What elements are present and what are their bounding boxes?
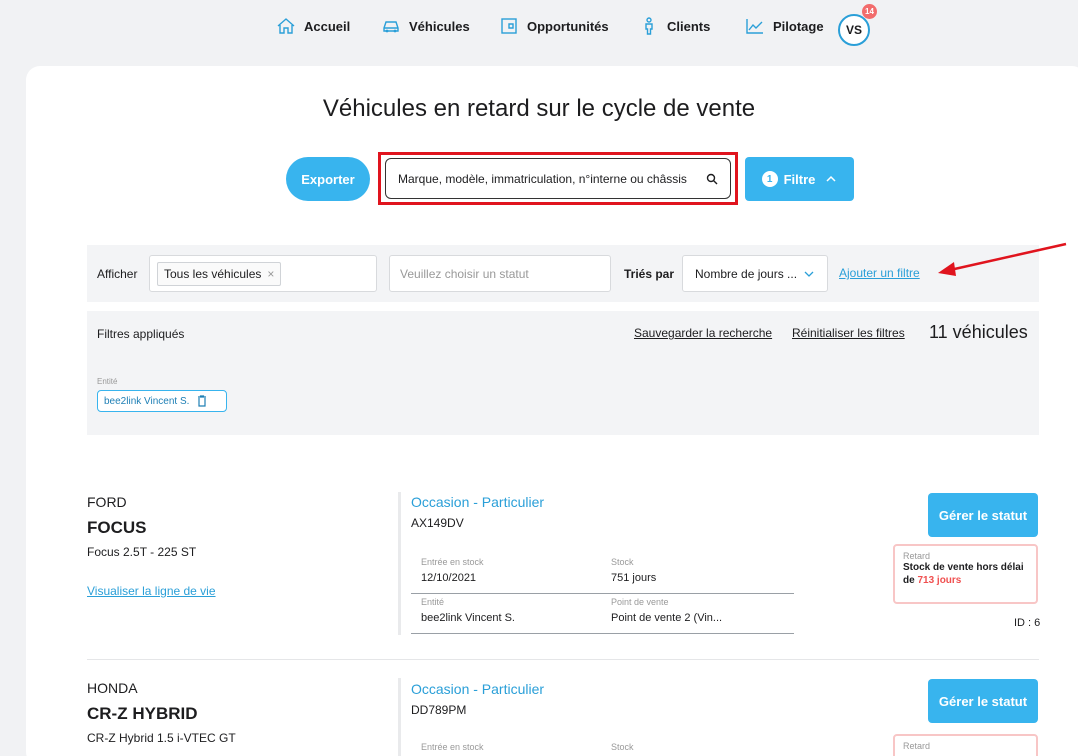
avatar-initials: VS bbox=[845, 23, 862, 37]
manage-status-button[interactable]: Gérer le statut bbox=[928, 493, 1038, 537]
nav-label: Véhicules bbox=[409, 18, 470, 34]
show-label: Afficher bbox=[97, 267, 138, 281]
person-icon bbox=[645, 17, 653, 35]
delay-text: Stock de vente hors délai bbox=[903, 562, 1024, 573]
filter-count-badge: 1 bbox=[761, 171, 778, 187]
trash-icon[interactable] bbox=[197, 395, 207, 407]
show-chip: Tous les véhicules × bbox=[157, 261, 282, 286]
applied-filters-title: Filtres appliqués bbox=[97, 327, 185, 341]
vehicle-version: CR-Z Hybrid 1.5 i-VTEC GT bbox=[87, 731, 236, 745]
filter-button[interactable]: 1 Filtre bbox=[745, 157, 854, 201]
nav-item-accueil[interactable]: Accueil bbox=[276, 16, 350, 36]
arrow-annotation bbox=[938, 242, 1067, 276]
chevron-up-icon bbox=[826, 175, 836, 182]
lifeline-link[interactable]: Visualiser la ligne de vie bbox=[87, 584, 216, 598]
stock-label: Stock bbox=[611, 557, 634, 567]
delay-box: Retard bbox=[893, 734, 1038, 756]
delay-box: Retard Stock de vente hors délai de 713 … bbox=[893, 544, 1038, 604]
export-button[interactable]: Exporter bbox=[286, 157, 370, 201]
nav-item-pilotage[interactable]: Pilotage bbox=[745, 16, 824, 36]
reset-filters-link[interactable]: Réinitialiser les filtres bbox=[792, 326, 905, 340]
close-icon[interactable]: × bbox=[267, 267, 274, 281]
nav-item-clients[interactable]: Clients bbox=[639, 16, 710, 36]
entity-filter-value: bee2link Vincent S. bbox=[104, 395, 190, 407]
pos-value: Point de vente 2 (Vin... bbox=[611, 612, 723, 624]
delay-prefix: de bbox=[903, 575, 915, 586]
add-filter-link[interactable]: Ajouter un filtre bbox=[839, 266, 920, 280]
vertical-divider bbox=[398, 678, 401, 756]
nav-item-opportunites[interactable]: Opportunités bbox=[499, 16, 609, 36]
vehicle-plate: DD789PM bbox=[411, 703, 467, 717]
stock-label: Stock bbox=[611, 742, 634, 752]
sort-select[interactable]: Nombre de jours ... bbox=[682, 255, 828, 292]
chart-icon bbox=[746, 19, 763, 34]
vehicle-model: FOCUS bbox=[87, 518, 147, 537]
vehicle-type-link[interactable]: Occasion - Particulier bbox=[411, 681, 544, 697]
wallet-icon bbox=[501, 18, 517, 34]
nav-item-vehicules[interactable]: Véhicules bbox=[381, 16, 470, 36]
sort-label: Triés par bbox=[624, 267, 675, 281]
stock-entry-label: Entrée en stock bbox=[421, 557, 484, 567]
entity-filter-label: Entité bbox=[97, 377, 118, 386]
nav-label: Accueil bbox=[304, 18, 351, 34]
status-placeholder: Veuillez choisir un statut bbox=[400, 266, 529, 281]
vehicle-model: CR-Z HYBRID bbox=[87, 704, 198, 723]
row-separator bbox=[87, 659, 1039, 660]
user-avatar[interactable]: VS bbox=[838, 14, 870, 46]
home-icon bbox=[277, 18, 295, 34]
entity-value: bee2link Vincent S. bbox=[421, 612, 515, 624]
pos-label: Point de vente bbox=[611, 597, 669, 607]
search-input[interactable]: Marque, modèle, immatriculation, n°inter… bbox=[385, 158, 731, 199]
delay-label: Retard bbox=[903, 741, 931, 751]
delay-label: Retard bbox=[903, 551, 931, 561]
nav-label: Opportunités bbox=[527, 18, 609, 34]
vehicle-brand: HONDA bbox=[87, 680, 138, 696]
vertical-divider bbox=[398, 492, 401, 635]
entity-label: Entité bbox=[421, 597, 445, 607]
car-icon bbox=[383, 21, 399, 33]
detail-divider bbox=[411, 633, 794, 634]
chevron-down-icon bbox=[804, 271, 814, 277]
show-select[interactable]: Tous les véhicules × bbox=[149, 255, 377, 292]
search-placeholder: Marque, modèle, immatriculation, n°inter… bbox=[398, 171, 687, 186]
filter-label: Filtre bbox=[783, 171, 816, 187]
nav-label: Clients bbox=[667, 18, 711, 34]
stock-value: 751 jours bbox=[611, 572, 657, 584]
delay-days: 713 jours bbox=[917, 575, 962, 586]
vehicle-brand: FORD bbox=[87, 494, 127, 510]
vehicle-version: Focus 2.5T - 225 ST bbox=[87, 545, 197, 559]
top-navigation: Accueil Véhicules Opportunités Clients P… bbox=[0, 0, 1078, 56]
status-select[interactable]: Veuillez choisir un statut bbox=[389, 255, 611, 292]
search-icon[interactable] bbox=[706, 173, 718, 185]
detail-divider bbox=[411, 593, 794, 594]
vehicle-plate: AX149DV bbox=[411, 516, 464, 530]
page-title: Véhicules en retard sur le cycle de vent… bbox=[322, 95, 756, 122]
manage-status-button[interactable]: Gérer le statut bbox=[928, 679, 1038, 723]
vehicle-id: ID : 6 bbox=[1014, 617, 1041, 629]
sort-value: Nombre de jours ... bbox=[695, 266, 798, 281]
save-search-link[interactable]: Sauvegarder la recherche bbox=[634, 326, 772, 340]
nav-label: Pilotage bbox=[773, 18, 824, 34]
vehicle-type-link[interactable]: Occasion - Particulier bbox=[411, 494, 544, 510]
stock-entry-label: Entrée en stock bbox=[421, 742, 484, 752]
show-chip-label: Tous les véhicules bbox=[164, 266, 262, 281]
entity-filter-chip: bee2link Vincent S. bbox=[97, 390, 227, 412]
notification-badge: 14 bbox=[862, 4, 877, 19]
vehicle-count: 11 véhicules bbox=[929, 322, 1028, 342]
stock-entry-value: 12/10/2021 bbox=[421, 572, 477, 584]
